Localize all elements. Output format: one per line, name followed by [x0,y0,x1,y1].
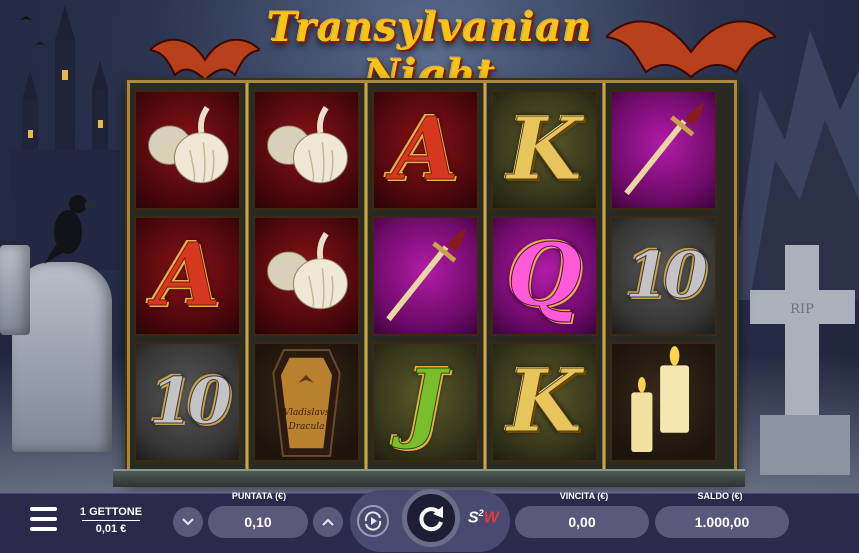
letter-q-symbol: Q [507,225,583,326]
reel-cell: Vladislavs Dracula [253,342,360,462]
game-background: RIP Transylvanian Night A 10 Vladislavs Dra… [0,0,859,553]
dagger-icon [386,227,467,322]
win-label: VINCITA (€) [559,491,609,501]
chevron-down-icon[interactable] [173,507,203,537]
reel-stage [113,469,745,487]
balance-value: 1.000,00 [655,506,789,538]
dagger-icon [624,101,705,196]
coffin-text-line1: Vladislavs [283,408,330,418]
token-label: 1 GETTONE [79,506,143,518]
reel-cell [372,216,479,336]
bet-label: PUNTATA (€) [231,491,287,501]
reel-cell: 10 [610,216,717,336]
reel-cell: K [491,90,598,210]
reel-cell: A [134,216,241,336]
win-value: 0,00 [515,506,649,538]
reel-cell: K [491,342,598,462]
bat-right-icon [606,20,776,79]
token-divider [82,520,140,521]
garlic-icon [267,232,348,310]
ten-symbol: 10 [624,238,708,313]
garlic-icon [148,106,229,184]
candles-icon [631,346,690,453]
s2w-logo[interactable]: S2W [468,508,499,527]
token-value: 0,01 € [95,523,127,535]
reel-cell: A [372,90,479,210]
garlic-icon [267,106,348,184]
cross-tombstone-right: RIP [750,245,855,475]
reel-cell [134,90,241,210]
reel-3: AJ [368,86,483,467]
tombstone-text: RIP [790,302,814,317]
token-selector[interactable]: 1 GETTONE 0,01 € [76,506,146,535]
game-title: Transylvanian Night [267,4,593,98]
reel-2: Vladislavs Dracula [249,86,364,467]
reel-4: KQK [487,86,602,467]
reel-cell [610,90,717,210]
letter-j-symbol: J [405,351,447,452]
coffin-text-line2: Dracula [288,422,325,432]
reel-cell [253,90,360,210]
raven-icon [44,195,98,264]
letter-k-symbol: K [507,99,583,200]
s2w-s: S [468,509,479,527]
spin-button[interactable] [402,489,460,547]
spin-icon [419,506,443,532]
reel-cell: 10 [134,342,241,462]
coffin-icon [272,349,341,457]
chevron-up-icon[interactable] [313,507,343,537]
s2w-w: W [483,509,499,527]
autoplay-icon[interactable] [357,505,389,537]
balance-label: SALDO (€) [697,491,743,501]
reel-cell [253,216,360,336]
hamburger-menu-icon[interactable] [30,507,57,533]
reel-1: A 10 [130,86,245,467]
bet-value: 0,10 [208,506,308,538]
letter-a-symbol: A [154,225,222,326]
reel-5: 10 [606,86,721,467]
reel-cell [610,342,717,462]
bat-left-icon [150,38,260,82]
reel-cell: J [372,342,479,462]
reel-cell: Q [491,216,598,336]
reel-frame: A 10 Vladislavs Dracula A J K Q K 10 [127,80,737,479]
bottom-control-bar: 1 GETTONE 0,01 € PUNTATA (€) 0,10 S2W VI… [0,489,859,553]
letter-a-symbol: A [392,99,460,200]
letter-k-symbol: K [507,351,583,452]
tombstone-left-small [0,245,30,335]
ten-symbol: 10 [148,364,232,439]
